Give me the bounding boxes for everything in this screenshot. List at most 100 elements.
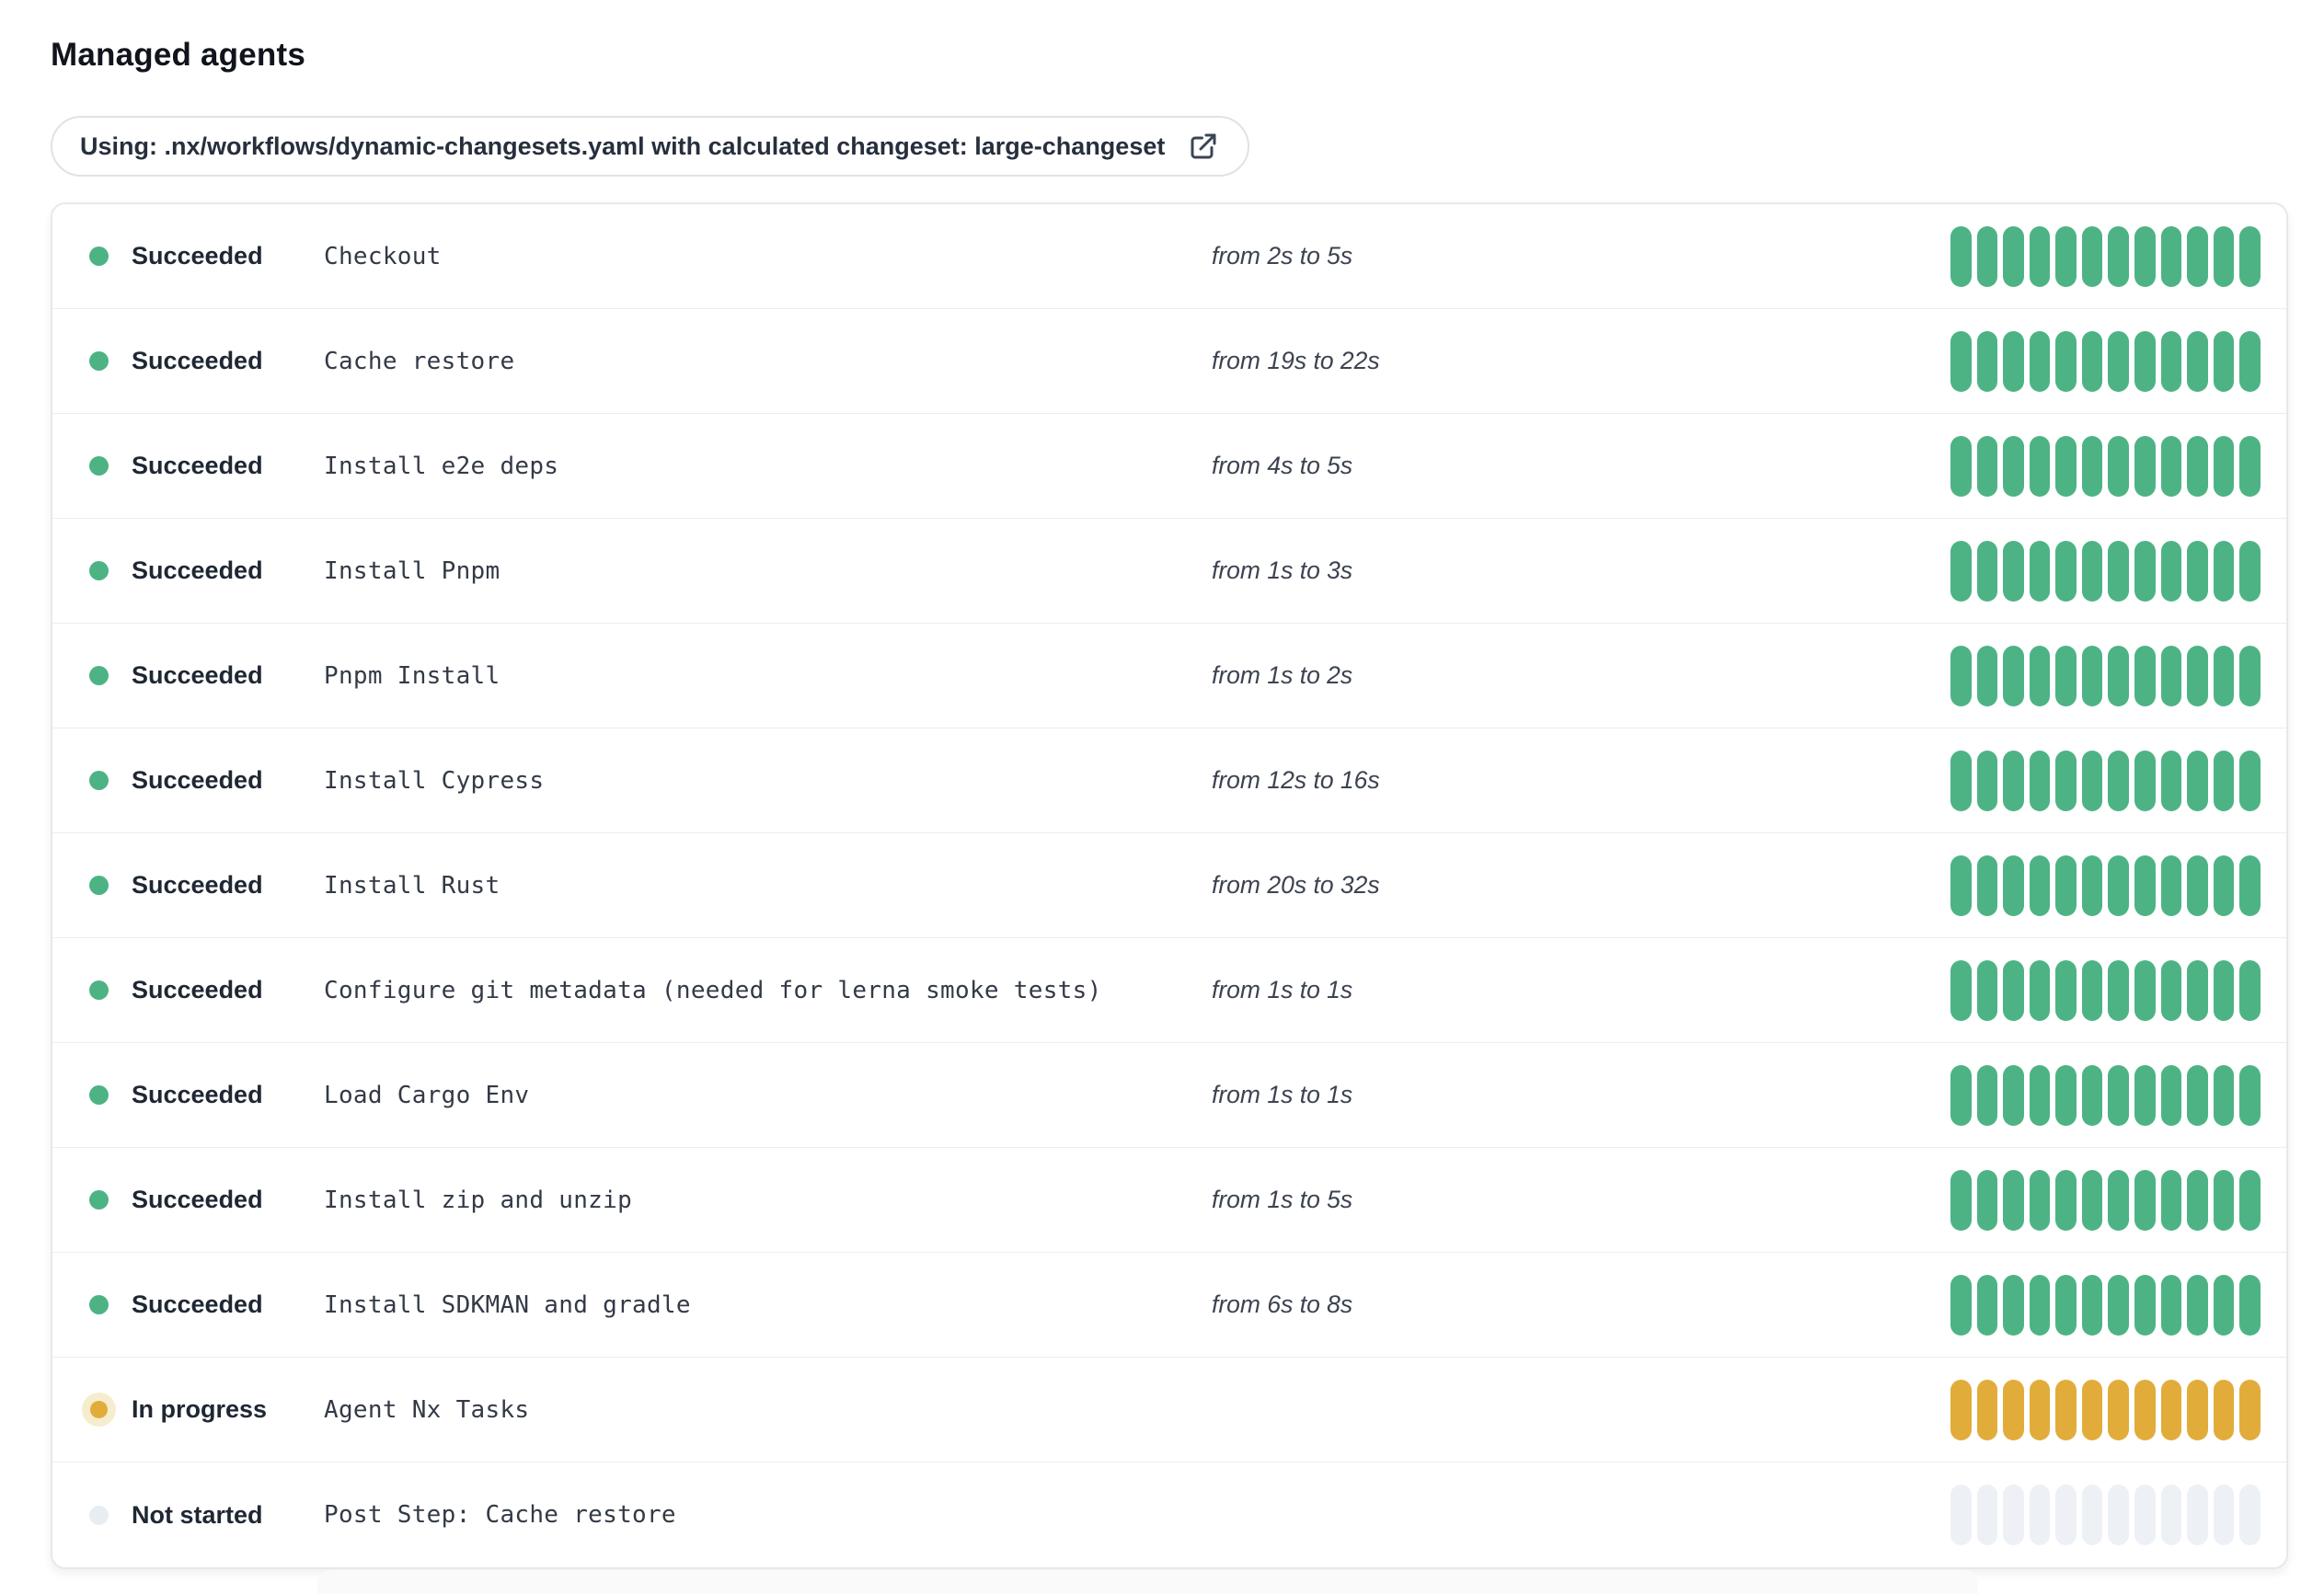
step-name: Post Step: Cache restore bbox=[324, 1501, 676, 1529]
status-label: In progress bbox=[132, 1395, 268, 1423]
status-label: Succeeded bbox=[132, 242, 263, 269]
step-name: Install Rust bbox=[324, 871, 500, 900]
progress-segment bbox=[2160, 959, 2182, 1021]
progress-segment bbox=[2029, 330, 2051, 392]
progress-segment bbox=[2055, 1274, 2077, 1336]
progress-segment bbox=[2055, 854, 2077, 916]
workflow-file-link[interactable]: Using: .nx/workflows/dynamic-changesets.… bbox=[51, 116, 1250, 177]
progress-segment bbox=[2108, 330, 2130, 392]
progress-segment bbox=[2108, 645, 2130, 706]
progress-segment bbox=[2239, 225, 2261, 287]
progress-segment bbox=[2239, 750, 2261, 811]
progress-segment bbox=[2081, 1169, 2103, 1231]
progress-segment bbox=[2239, 854, 2261, 916]
progress-segment bbox=[1950, 1064, 1972, 1126]
status-cell: Succeeded bbox=[89, 871, 324, 900]
status-dot bbox=[89, 980, 109, 1000]
progress-segment bbox=[2134, 959, 2156, 1021]
status-label: Succeeded bbox=[132, 347, 263, 374]
step-name: Pnpm Install bbox=[324, 661, 500, 690]
progress-segment bbox=[2055, 645, 2077, 706]
progress-segment bbox=[2213, 645, 2235, 706]
agent-step-row: Succeeded Install zip and unzip from 1s … bbox=[52, 1148, 2286, 1253]
step-name: Install zip and unzip bbox=[324, 1186, 633, 1214]
progress-segment bbox=[2108, 1379, 2130, 1440]
status-cell: Succeeded bbox=[89, 556, 324, 585]
agent-step-row: Succeeded Install Rust from 20s to 32s bbox=[52, 833, 2286, 938]
progress-segment bbox=[2239, 1274, 2261, 1336]
next-card-edge bbox=[317, 1570, 1978, 1594]
progress-segment bbox=[2055, 1064, 2077, 1126]
progress-segment bbox=[2029, 225, 2051, 287]
progress-segment bbox=[2003, 435, 2024, 497]
status-dot bbox=[89, 771, 109, 790]
progress-segment bbox=[2213, 225, 2235, 287]
progress-segment bbox=[2029, 645, 2051, 706]
status-cell: Succeeded bbox=[89, 766, 324, 795]
progress-segment bbox=[2187, 750, 2208, 811]
agent-step-row: Succeeded Cache restore from 19s to 22s bbox=[52, 309, 2286, 414]
progress-segment bbox=[2081, 1064, 2103, 1126]
progress-bar bbox=[1950, 330, 2261, 392]
progress-segment bbox=[1976, 854, 1998, 916]
status-label: Succeeded bbox=[132, 1186, 263, 1213]
progress-segment bbox=[2134, 645, 2156, 706]
status-dot bbox=[89, 561, 109, 580]
progress-segment bbox=[2029, 854, 2051, 916]
progress-segment bbox=[2213, 1169, 2235, 1231]
agent-step-row: Succeeded Pnpm Install from 1s to 2s bbox=[52, 624, 2286, 728]
progress-segment bbox=[2081, 645, 2103, 706]
status-dot bbox=[89, 1190, 109, 1210]
progress-segment bbox=[2187, 330, 2208, 392]
progress-segment bbox=[1950, 330, 1972, 392]
step-duration: from 1s to 1s bbox=[1212, 1081, 1353, 1108]
progress-segment bbox=[2108, 1274, 2130, 1336]
external-link-icon[interactable] bbox=[1187, 130, 1220, 163]
progress-segment bbox=[2003, 1485, 2024, 1545]
progress-bar bbox=[1950, 1064, 2261, 1126]
agent-step-row: In progress Agent Nx Tasks bbox=[52, 1358, 2286, 1462]
progress-segment bbox=[2055, 1485, 2077, 1545]
progress-segment bbox=[2160, 540, 2182, 602]
progress-segment bbox=[1950, 1169, 1972, 1231]
progress-segment bbox=[2239, 435, 2261, 497]
progress-segment bbox=[2134, 854, 2156, 916]
progress-segment bbox=[2081, 854, 2103, 916]
agent-step-row: Succeeded Install Cypress from 12s to 16… bbox=[52, 728, 2286, 833]
progress-segment bbox=[2160, 1064, 2182, 1126]
progress-segment bbox=[2081, 1379, 2103, 1440]
progress-segment bbox=[2108, 1169, 2130, 1231]
progress-segment bbox=[1950, 1274, 1972, 1336]
step-duration: from 12s to 16s bbox=[1212, 766, 1380, 794]
progress-segment bbox=[2187, 1379, 2208, 1440]
step-name: Install e2e deps bbox=[324, 452, 559, 480]
progress-segment bbox=[2187, 645, 2208, 706]
progress-segment bbox=[2239, 1169, 2261, 1231]
status-label: Succeeded bbox=[132, 452, 263, 479]
step-duration: from 1s to 2s bbox=[1212, 661, 1353, 689]
progress-bar bbox=[1950, 225, 2261, 287]
progress-segment bbox=[2213, 959, 2235, 1021]
status-dot bbox=[89, 1505, 109, 1525]
progress-segment bbox=[2239, 645, 2261, 706]
progress-segment bbox=[2003, 540, 2024, 602]
progress-bar bbox=[1950, 854, 2261, 916]
progress-segment bbox=[1950, 435, 1972, 497]
agent-step-row: Succeeded Load Cargo Env from 1s to 1s bbox=[52, 1043, 2286, 1148]
step-name: Cache restore bbox=[324, 347, 515, 375]
step-name: Checkout bbox=[324, 242, 442, 270]
progress-segment bbox=[2029, 1064, 2051, 1126]
progress-segment bbox=[2003, 1379, 2024, 1440]
progress-segment bbox=[2029, 750, 2051, 811]
status-cell: Succeeded bbox=[89, 452, 324, 480]
progress-segment bbox=[1950, 959, 1972, 1021]
progress-segment bbox=[1976, 435, 1998, 497]
progress-segment bbox=[2187, 1064, 2208, 1126]
progress-segment bbox=[2160, 330, 2182, 392]
progress-segment bbox=[2213, 1274, 2235, 1336]
progress-segment bbox=[2187, 959, 2208, 1021]
agent-step-row: Succeeded Checkout from 2s to 5s bbox=[52, 204, 2286, 309]
progress-segment bbox=[1950, 1379, 1972, 1440]
progress-segment bbox=[2239, 1064, 2261, 1126]
progress-segment bbox=[2081, 225, 2103, 287]
